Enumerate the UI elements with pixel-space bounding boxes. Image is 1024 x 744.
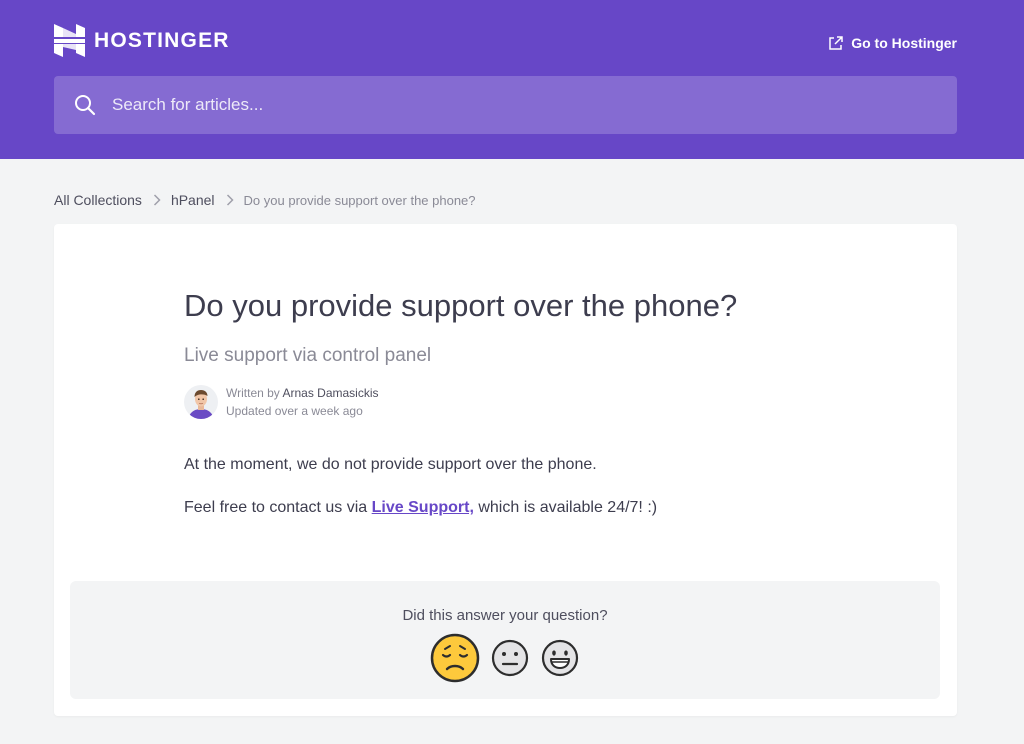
logo-text: HOSTINGER	[94, 28, 230, 52]
written-by-label: Written by	[226, 386, 283, 400]
reaction-smiley-button[interactable]	[540, 638, 580, 678]
header: HOSTINGER Go to Hostinger	[0, 0, 1024, 159]
search-icon	[75, 95, 96, 116]
breadcrumb-hpanel[interactable]: hPanel	[171, 192, 215, 208]
author-info: Written by Arnas Damasickis Updated over…	[184, 384, 379, 420]
disappointed-face-icon	[430, 633, 480, 683]
reaction-neutral-button[interactable]	[490, 638, 530, 678]
article-paragraph: At the moment, we do not provide support…	[184, 456, 597, 473]
author-name: Arnas Damasickis	[282, 386, 379, 400]
hostinger-logo[interactable]: HOSTINGER	[54, 24, 230, 57]
feedback-question: Did this answer your question?	[402, 607, 608, 624]
paragraph-text: Feel free to contact us via	[184, 499, 372, 516]
smiley-face-icon	[541, 639, 579, 677]
avatar	[184, 385, 218, 419]
breadcrumb: All Collections hPanel Do you provide su…	[54, 192, 476, 208]
paragraph-text: which is available 24/7! :)	[473, 499, 658, 516]
breadcrumb-current: Do you provide support over the phone?	[243, 192, 476, 208]
article-title: Do you provide support over the phone?	[184, 288, 738, 323]
chevron-right-icon	[153, 194, 161, 206]
external-link-icon	[829, 35, 843, 50]
go-to-hostinger-link[interactable]: Go to Hostinger	[828, 35, 957, 51]
updated-time: Updated over a week ago	[226, 404, 363, 418]
go-to-hostinger-label: Go to Hostinger	[851, 35, 957, 51]
hostinger-logo-icon	[54, 24, 85, 57]
reaction-disappointed-button[interactable]	[430, 633, 480, 683]
article-subtitle: Live support via control panel	[184, 345, 432, 366]
neutral-face-icon	[491, 639, 529, 677]
author-meta: Written by Arnas Damasickis Updated over…	[226, 384, 379, 420]
search-input[interactable]	[112, 95, 912, 115]
feedback-box: Did this answer your question?	[70, 581, 940, 699]
search-bar[interactable]	[54, 76, 957, 134]
breadcrumb-all-collections[interactable]: All Collections	[54, 192, 142, 208]
chevron-right-icon	[226, 194, 234, 206]
live-support-link[interactable]: Live Support,	[372, 499, 474, 516]
reaction-picker	[70, 633, 940, 683]
article-paragraph: Feel free to contact us via Live Support…	[184, 499, 657, 517]
article-card: Do you provide support over the phone? L…	[54, 224, 957, 716]
